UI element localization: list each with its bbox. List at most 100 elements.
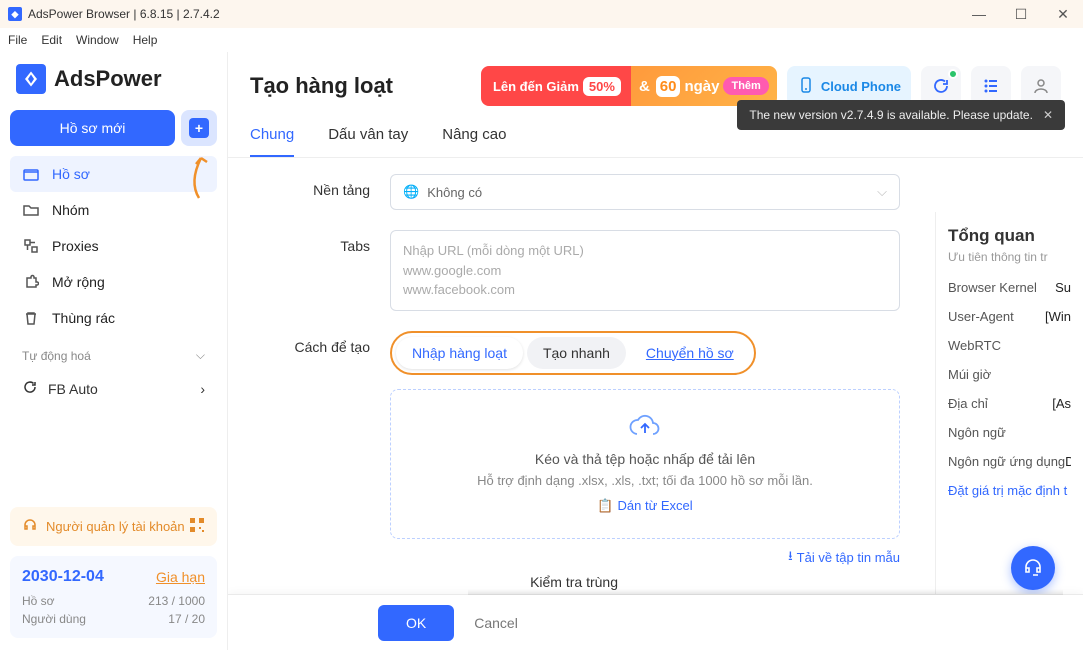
help-floating-button[interactable] bbox=[1011, 546, 1055, 590]
refresh-icon bbox=[22, 379, 38, 398]
tab-fingerprint[interactable]: Dấu vân tay bbox=[328, 126, 408, 157]
promo-50: 50% bbox=[583, 77, 621, 96]
qr-icon bbox=[189, 517, 205, 536]
sidebar-item-proxies[interactable]: Proxies bbox=[10, 228, 217, 264]
duplicate-check-row: Kiểm tra trùng bbox=[498, 566, 933, 590]
sidebar-item-profiles[interactable]: Hồ sơ bbox=[10, 156, 217, 192]
cloud-phone-label: Cloud Phone bbox=[821, 79, 901, 94]
overview-row: WebRTC bbox=[948, 338, 1071, 353]
segment-quick-create[interactable]: Tạo nhanh bbox=[527, 337, 626, 369]
create-method-label: Cách để tạo bbox=[250, 331, 390, 355]
window-title: AdsPower Browser | 6.8.15 | 2.7.4.2 bbox=[28, 7, 220, 21]
cloud-upload-icon bbox=[415, 414, 875, 443]
status-dot-icon bbox=[948, 69, 958, 79]
sidebar-item-groups[interactable]: Nhóm bbox=[10, 192, 217, 228]
sidebar-item-label: Thùng rác bbox=[52, 310, 115, 326]
duplicate-check-label: Kiểm tra trùng bbox=[498, 566, 638, 590]
overview-row: Ngôn ngữ ứng dụngDự bbox=[948, 454, 1071, 469]
account-manager-card[interactable]: Người quản lý tài khoản bbox=[10, 507, 217, 546]
sidebar: AdsPower Hồ sơ mới + Hồ sơ Nhóm Pro bbox=[0, 52, 228, 650]
platform-select[interactable]: 🌐 Không có ⌵ bbox=[390, 174, 900, 210]
menu-edit[interactable]: Edit bbox=[41, 33, 62, 47]
plus-icon: + bbox=[189, 118, 209, 138]
globe-icon: 🌐 bbox=[403, 184, 419, 200]
tabs-placeholder: Nhập URL (mỗi dòng một URL) www.google.c… bbox=[403, 241, 887, 300]
minimize-button[interactable]: — bbox=[967, 6, 991, 23]
menu-help[interactable]: Help bbox=[133, 33, 158, 47]
promo-banner[interactable]: Lên đến Giảm 50% & 60ngày Thêm bbox=[481, 66, 777, 106]
renew-link[interactable]: Gia hạn bbox=[156, 569, 205, 585]
sidebar-item-label: Hồ sơ bbox=[52, 166, 90, 182]
new-profile-button[interactable]: Hồ sơ mới bbox=[10, 110, 175, 146]
promo-more: Thêm bbox=[723, 77, 768, 95]
sidebar-item-label: Nhóm bbox=[52, 202, 89, 218]
platform-label: Nền tảng bbox=[250, 174, 390, 198]
sidebar-item-trash[interactable]: Thùng rác bbox=[10, 300, 217, 336]
titlebar: ◆ AdsPower Browser | 6.8.15 | 2.7.4.2 — … bbox=[0, 0, 1083, 28]
tab-general[interactable]: Chung bbox=[250, 126, 294, 157]
segment-batch-import[interactable]: Nhập hàng loạt bbox=[396, 337, 523, 369]
overview-title: Tổng quan bbox=[948, 226, 1071, 246]
paste-from-excel-link[interactable]: 📋 Dán từ Excel bbox=[597, 498, 692, 514]
proxy-icon bbox=[22, 238, 40, 254]
brand-logo-icon bbox=[16, 64, 46, 94]
overview-row: Múi giờ bbox=[948, 367, 1071, 382]
promo-60: 60 bbox=[656, 76, 681, 97]
menubar: File Edit Window Help bbox=[0, 28, 1083, 52]
tab-advanced[interactable]: Nâng cao bbox=[442, 126, 506, 157]
dropzone-title: Kéo và thả tệp hoặc nhấp để tải lên bbox=[415, 451, 875, 467]
paste-icon: 📋 bbox=[597, 498, 613, 514]
update-notice: The new version v2.7.4.9 is available. P… bbox=[737, 100, 1065, 130]
tabs-textarea[interactable]: Nhập URL (mỗi dòng một URL) www.google.c… bbox=[390, 230, 900, 311]
sidebar-item-label: FB Auto bbox=[48, 381, 98, 397]
overview-subtitle: Ưu tiên thông tin tr bbox=[948, 250, 1071, 264]
sidebar-item-fbauto[interactable]: FB Auto › bbox=[10, 369, 217, 408]
overview-row: Browser KernelSu bbox=[948, 280, 1071, 295]
main-content: Tạo hàng loạt Lên đến Giảm 50% & 60ngày … bbox=[228, 52, 1083, 650]
puzzle-icon bbox=[22, 274, 40, 290]
expiry-date: 2030-12-04 bbox=[22, 568, 104, 586]
update-notice-text: The new version v2.7.4.9 is available. P… bbox=[749, 108, 1033, 122]
batch-create-button[interactable]: + bbox=[181, 110, 217, 146]
dropzone-subtitle: Hỗ trợ định dạng .xlsx, .xls, .txt; tối … bbox=[415, 473, 875, 488]
footer: OK Cancel bbox=[228, 594, 1083, 650]
automation-section-label: Tự động hoá ⌵ bbox=[10, 336, 217, 369]
overview-panel: Tổng quan Ưu tiên thông tin tr Browser K… bbox=[935, 212, 1083, 642]
close-icon[interactable]: ✕ bbox=[1043, 108, 1053, 122]
create-method-segment: Nhập hàng loạt Tạo nhanh Chuyển hồ sơ bbox=[390, 331, 756, 375]
account-manager-label: Người quản lý tài khoản bbox=[46, 519, 185, 534]
segment-transfer[interactable]: Chuyển hồ sơ bbox=[630, 337, 750, 369]
overview-row: Địa chỉ[As bbox=[948, 396, 1071, 411]
menu-window[interactable]: Window bbox=[76, 33, 119, 47]
sidebar-item-extensions[interactable]: Mở rộng bbox=[10, 264, 217, 300]
promo-lead: Lên đến Giảm bbox=[493, 79, 579, 94]
stats-users-value: 17 / 20 bbox=[168, 612, 205, 626]
menu-file[interactable]: File bbox=[8, 33, 27, 47]
headset-icon bbox=[22, 517, 38, 536]
sidebar-item-label: Proxies bbox=[52, 238, 99, 254]
chevron-down-icon: ⌵ bbox=[877, 184, 887, 200]
close-button[interactable]: ✕ bbox=[1051, 6, 1075, 23]
stats-profiles-value: 213 / 1000 bbox=[148, 594, 205, 608]
stats-card: 2030-12-04 Gia hạn Hồ sơ 213 / 1000 Ngườ… bbox=[10, 556, 217, 638]
chevron-down-icon: ⌵ bbox=[196, 348, 205, 363]
page-title: Tạo hàng loạt bbox=[250, 73, 393, 99]
overview-defaults-link[interactable]: Đặt giá trị mặc định t bbox=[948, 483, 1071, 498]
phone-icon bbox=[797, 76, 815, 97]
sidebar-item-label: Mở rộng bbox=[52, 274, 105, 290]
upload-dropzone[interactable]: Kéo và thả tệp hoặc nhấp để tải lên Hỗ t… bbox=[390, 389, 900, 539]
stats-profiles-label: Hồ sơ bbox=[22, 594, 55, 608]
maximize-button[interactable]: ☐ bbox=[1009, 6, 1033, 23]
folder-icon bbox=[22, 167, 40, 181]
overview-row: User-Agent[Win bbox=[948, 309, 1071, 324]
overview-row: Ngôn ngữ bbox=[948, 425, 1071, 440]
trash-icon bbox=[22, 310, 40, 326]
ok-button[interactable]: OK bbox=[378, 605, 454, 641]
app-logo-icon: ◆ bbox=[8, 7, 22, 21]
folder-open-icon bbox=[22, 203, 40, 217]
brand-text: AdsPower bbox=[54, 66, 162, 92]
cancel-button[interactable]: Cancel bbox=[474, 615, 518, 631]
tabs-label: Tabs bbox=[250, 230, 390, 254]
stats-users-label: Người dùng bbox=[22, 612, 86, 626]
chevron-right-icon: › bbox=[200, 381, 205, 397]
